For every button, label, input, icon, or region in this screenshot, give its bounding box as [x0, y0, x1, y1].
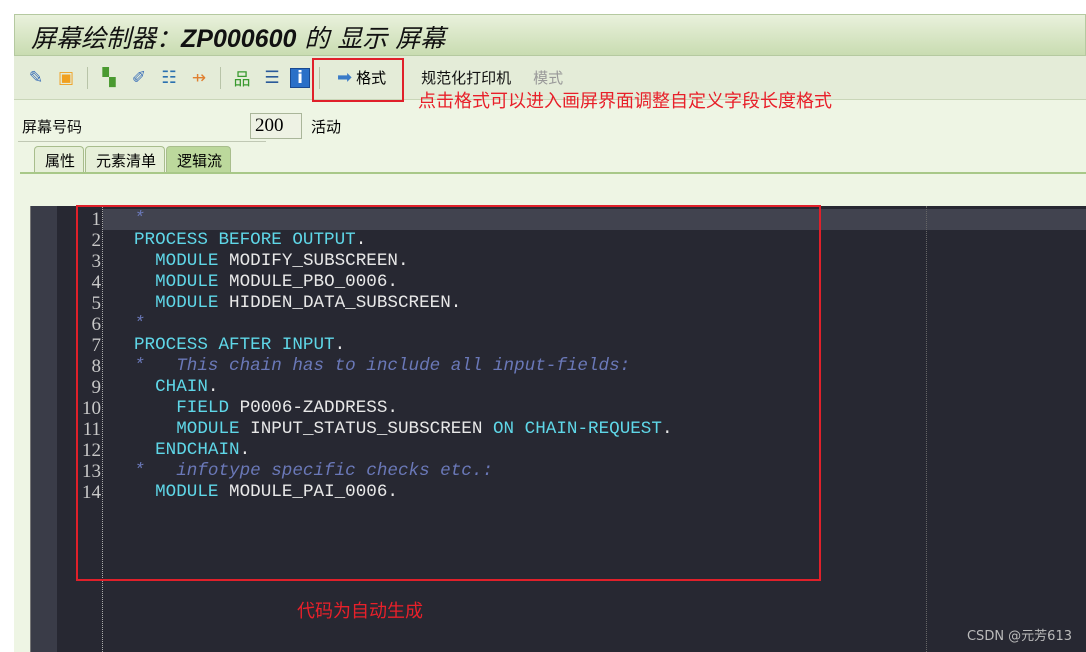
code-highlight-box	[76, 205, 821, 581]
window-title: 屏幕绘制器：ZP000600 的 显示 屏幕	[14, 14, 1086, 56]
title-program: ZP000600	[181, 25, 297, 53]
normalize-printer-button[interactable]: 规范化打印机	[413, 67, 519, 88]
separator	[220, 66, 221, 89]
display-change-icon[interactable]: ▣	[54, 66, 78, 90]
code-annotation: 代码为自动生成	[297, 601, 423, 622]
format-annotation: 点击格式可以进入画屏界面调整自定义字段长度格式	[418, 91, 832, 112]
tab-flow-logic[interactable]: 逻辑流	[166, 146, 232, 172]
mode-button[interactable]: 模式	[525, 67, 571, 88]
navigation-icon[interactable]: ⇸	[187, 66, 211, 90]
activate-icon[interactable]: ✐	[127, 66, 151, 90]
title-prefix: 屏幕绘制器：	[31, 24, 182, 53]
tab-element-list[interactable]: 元素清单	[85, 146, 166, 172]
tab-attributes[interactable]: 属性	[34, 146, 85, 172]
screen-status: 活动	[311, 118, 342, 136]
where-used-icon[interactable]: ▚	[97, 66, 121, 90]
tab-bar: 属性 元素清单 逻辑流	[34, 146, 232, 172]
screen-number-field[interactable]: 200	[250, 113, 302, 139]
other-object-icon[interactable]: ✎	[24, 66, 48, 90]
stack-icon[interactable]: ☰	[260, 66, 284, 90]
layout-icon[interactable]: ☷	[157, 66, 181, 90]
hierarchy-icon[interactable]: 品	[230, 66, 254, 90]
divider	[18, 141, 266, 142]
title-suffix: 的 显示 屏幕	[296, 24, 446, 53]
separator	[87, 66, 88, 89]
format-highlight-box	[312, 58, 404, 102]
column-guide	[926, 206, 927, 652]
screen-number-label: 屏幕号码	[22, 118, 83, 136]
watermark: CSDN @元芳613	[966, 629, 1072, 644]
info-icon[interactable]: i	[290, 67, 310, 88]
